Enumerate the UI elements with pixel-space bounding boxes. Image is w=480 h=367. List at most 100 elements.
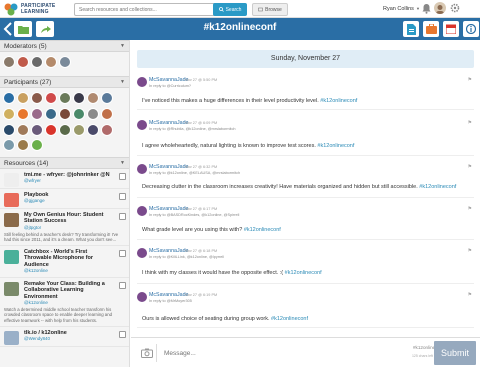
chat-message[interactable]: McSavannaJade Nov 27 @ 6:19 PM In reply … xyxy=(137,292,474,328)
avatar[interactable] xyxy=(73,107,85,120)
avatar[interactable] xyxy=(31,107,43,120)
flag-icon[interactable]: ⚑ xyxy=(468,248,472,254)
resource-item[interactable]: tlk.io / k12online @Wendy840 xyxy=(0,327,129,347)
avatar[interactable] xyxy=(137,164,147,174)
avatar[interactable] xyxy=(137,120,147,130)
add-resource-button[interactable] xyxy=(119,282,126,290)
avatar[interactable] xyxy=(3,92,15,104)
avatar[interactable] xyxy=(17,123,29,136)
participate-logo-icon[interactable] xyxy=(4,3,18,16)
search-input[interactable] xyxy=(74,3,219,16)
avatar[interactable] xyxy=(73,123,85,136)
chat-message[interactable]: McSavannaJade Nov 27 @ 6:18 PM In reply … xyxy=(137,248,474,284)
add-resource-button[interactable] xyxy=(119,330,126,338)
chat-message[interactable]: McSavannaJade Nov 27 @ 5:50 PM In reply … xyxy=(137,77,474,110)
avatar[interactable] xyxy=(137,206,147,216)
chevron-down-icon[interactable]: ▼ xyxy=(120,79,125,85)
message-username[interactable]: McSavannaJade xyxy=(149,120,188,126)
briefcase-button[interactable] xyxy=(423,21,439,37)
user-name[interactable]: Ryan Collins xyxy=(383,6,414,12)
avatar[interactable] xyxy=(31,123,43,136)
resources-header[interactable]: Resources (14) ▼ xyxy=(0,157,129,169)
add-resource-button[interactable] xyxy=(119,173,126,180)
avatar[interactable] xyxy=(17,107,29,120)
resource-item[interactable]: Remake Your Class: Building a Collaborat… xyxy=(0,278,129,327)
hashtag-link[interactable]: #k12onlineconf xyxy=(271,316,308,322)
avatar[interactable] xyxy=(87,123,99,136)
avatar[interactable] xyxy=(3,123,15,136)
avatar[interactable] xyxy=(17,139,29,152)
avatar[interactable] xyxy=(59,123,71,136)
hashtag-link[interactable]: #k12onlineconf xyxy=(317,143,354,149)
calendar-button[interactable] xyxy=(443,21,459,37)
avatar[interactable] xyxy=(31,139,43,152)
chat-message[interactable]: McSavannaJade Nov 27 @ 6:32 PM In reply … xyxy=(137,164,474,198)
avatar[interactable] xyxy=(31,56,43,68)
add-resource-button[interactable] xyxy=(119,213,126,220)
add-resource-button[interactable] xyxy=(119,193,126,200)
flag-icon[interactable]: ⚑ xyxy=(468,164,472,170)
browse-button[interactable]: Browse xyxy=(252,3,288,16)
resource-item[interactable]: Catchbox - World's First Throwable Micro… xyxy=(0,246,129,279)
bell-icon[interactable] xyxy=(422,3,431,14)
resource-author[interactable]: @wfryer xyxy=(24,178,125,184)
flag-icon[interactable]: ⚑ xyxy=(468,120,472,126)
avatar[interactable] xyxy=(87,107,99,120)
resource-author[interactable]: @k12online xyxy=(24,300,125,306)
gear-icon[interactable] xyxy=(450,3,460,13)
resource-author[interactable]: @jtpgtor xyxy=(24,225,125,231)
attach-photo-button[interactable] xyxy=(137,344,157,362)
hashtag-link[interactable]: #k12onlineconf xyxy=(244,227,281,233)
avatar[interactable] xyxy=(3,139,15,152)
chevron-down-icon[interactable]: ▼ xyxy=(120,43,125,49)
info-button[interactable] xyxy=(463,21,479,37)
resource-item[interactable]: Playbook @gjgange xyxy=(0,189,129,209)
search-button[interactable]: Search xyxy=(213,3,247,16)
moderators-header[interactable]: Moderators (5) ▼ xyxy=(0,40,129,52)
avatar[interactable] xyxy=(87,92,99,104)
share-button[interactable] xyxy=(36,21,54,37)
avatar[interactable] xyxy=(73,92,85,104)
chat-message[interactable]: McSavannaJade Nov 27 @ 6:17 PM In reply … xyxy=(137,206,474,240)
avatar[interactable] xyxy=(59,56,71,68)
avatar[interactable] xyxy=(101,123,113,136)
avatar[interactable] xyxy=(45,123,57,136)
avatar[interactable] xyxy=(45,92,57,104)
add-resource-button[interactable] xyxy=(119,250,126,258)
avatar[interactable] xyxy=(45,56,57,68)
message-username[interactable]: McSavannaJade xyxy=(149,164,188,170)
submit-button[interactable]: Submit xyxy=(434,341,476,365)
resource-item[interactable]: tmi.me - wfryer: @johnrinker @N @wfryer xyxy=(0,169,129,189)
participants-header[interactable]: Participants (27) ▼ xyxy=(0,76,129,88)
resource-author[interactable]: @Wendy840 xyxy=(24,336,125,342)
collection-button[interactable] xyxy=(14,21,32,37)
chevron-down-icon[interactable]: ▼ xyxy=(416,6,420,11)
message-username[interactable]: McSavannaJade xyxy=(149,248,188,254)
message-username[interactable]: McSavannaJade xyxy=(149,206,188,212)
hashtag-link[interactable]: #k12onlineconf xyxy=(320,98,357,104)
avatar[interactable] xyxy=(137,248,147,258)
chat-message[interactable]: McSavannaJade Nov 27 @ 6:09 PM In reply … xyxy=(137,120,474,156)
message-username[interactable]: McSavannaJade xyxy=(149,77,188,83)
avatar[interactable] xyxy=(59,92,71,104)
avatar[interactable] xyxy=(101,107,113,120)
avatar[interactable] xyxy=(137,292,147,302)
avatar[interactable] xyxy=(59,107,71,120)
avatar[interactable] xyxy=(137,77,147,87)
avatar[interactable] xyxy=(434,2,446,14)
hashtag-link[interactable]: #k12onlineconf xyxy=(285,270,322,276)
message-username[interactable]: McSavannaJade xyxy=(149,292,188,298)
avatar[interactable] xyxy=(17,92,29,104)
document-button[interactable] xyxy=(403,21,419,37)
hashtag-link[interactable]: #k12onlineconf xyxy=(419,184,456,190)
avatar[interactable] xyxy=(17,56,29,68)
avatar[interactable] xyxy=(3,107,15,120)
message-input[interactable] xyxy=(161,342,408,364)
chevron-down-icon[interactable]: ▼ xyxy=(120,160,125,166)
flag-icon[interactable]: ⚑ xyxy=(468,206,472,212)
avatar[interactable] xyxy=(45,107,57,120)
avatar[interactable] xyxy=(31,92,43,104)
back-arrow-icon[interactable] xyxy=(3,22,13,36)
avatar[interactable] xyxy=(101,92,113,104)
flag-icon[interactable]: ⚑ xyxy=(468,77,472,83)
